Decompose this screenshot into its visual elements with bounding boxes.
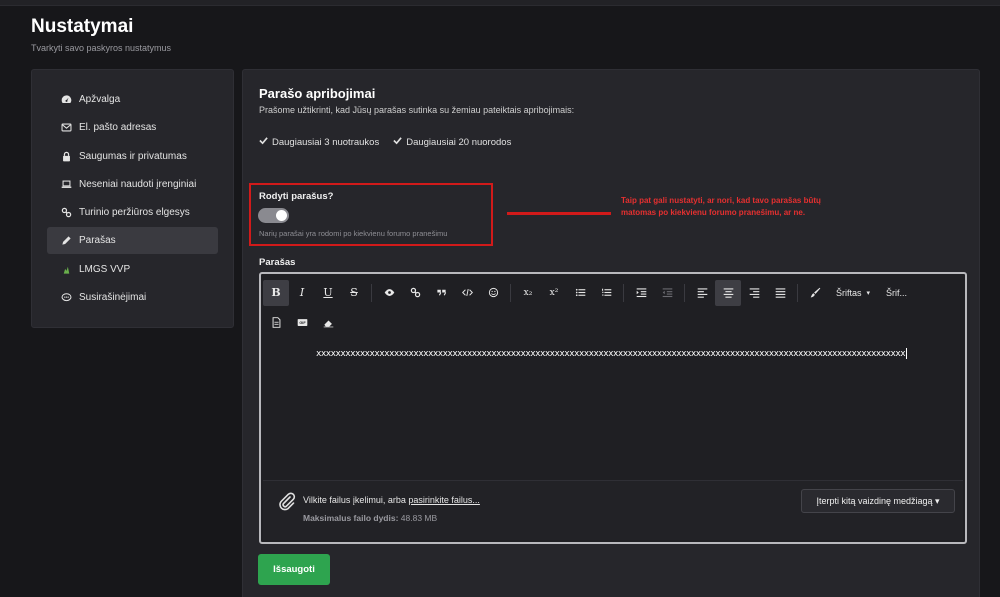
bold-button[interactable]: B [263, 279, 289, 306]
attach-instructions: Vilkite failus įkelimui, arba pasirinkit… [303, 495, 480, 505]
sidebar-item-label: Apžvalga [79, 94, 121, 105]
laptop-icon [59, 177, 73, 191]
limit-item: Daugiausiai 20 nuorodos [393, 136, 511, 148]
top-bar [0, 0, 1000, 6]
text-cursor [906, 348, 908, 359]
pencil-icon [59, 234, 73, 248]
quote-icon[interactable] [428, 280, 454, 306]
toolbar-divider [797, 283, 798, 302]
dashboard-icon [59, 93, 73, 107]
font-family-select[interactable]: Šriftas ▾ [828, 280, 878, 306]
limit-label: Daugiausiai 3 nuotraukos [272, 136, 380, 148]
limit-item: Daugiausiai 3 nuotraukos [259, 136, 379, 148]
tree-icon [59, 262, 73, 276]
eye-icon[interactable] [376, 280, 402, 306]
section-title: Parašo apribojimai [259, 86, 376, 101]
sidebar-item-devices[interactable]: Neseniai naudoti įrenginiai [47, 171, 218, 198]
subscript-button[interactable]: x₂ [515, 280, 541, 306]
align-justify-icon[interactable] [767, 280, 793, 306]
smiley-icon[interactable] [480, 280, 506, 306]
attachment-area: Vilkite failus įkelimui, arba pasirinkit… [263, 480, 963, 540]
editor-content[interactable]: xxxxxxxxxxxxxxxxxxxxxxxxxxxxxxxxxxxxxxxx… [316, 348, 908, 359]
show-signatures-toggle[interactable] [258, 208, 289, 223]
toggle-hint: Narių parašai yra rodomi po kiekvienu fo… [259, 229, 448, 238]
sidebar-item-label: Turinio peržiūros elgesys [79, 207, 190, 219]
sidebar-item-security[interactable]: Saugumas ir privatumas [47, 143, 218, 170]
editor-label: Parašas [259, 257, 296, 268]
toggle-knob [276, 210, 287, 221]
sidebar-item-signature[interactable]: Parašas [47, 227, 218, 255]
sidebar-item-email[interactable]: El. pašto adresas [47, 114, 218, 141]
svg-text:GIF: GIF [299, 321, 306, 325]
sidebar-item-label: LMGS VVP [79, 263, 131, 275]
toggle-label: Rodyti parašus? [259, 191, 334, 202]
chevron-down-icon: ▾ [866, 289, 871, 297]
sidebar-item-conversations[interactable]: Susirašinėjimai [47, 284, 218, 311]
font-size-select[interactable]: Šrif... [878, 280, 915, 306]
underline-button[interactable]: U [315, 280, 341, 306]
sidebar-item-lmgs[interactable]: LMGS VVP [47, 256, 218, 283]
align-center-icon[interactable] [715, 279, 741, 306]
chat-icon [59, 291, 73, 305]
numbered-list-icon[interactable] [593, 280, 619, 306]
toolbar-divider [371, 283, 372, 302]
toolbar-divider [684, 283, 685, 302]
editor-toolbar: B I U S x₂ x² Šriftas ▾ Šrif... GIF [263, 276, 963, 336]
section-description: Prašome užtikrinti, kad Jūsų parašas sut… [259, 105, 575, 115]
align-right-icon[interactable] [741, 280, 767, 306]
sidebar-item-label: Susirašinėjimai [79, 292, 147, 304]
check-icon [259, 136, 268, 148]
insert-media-button[interactable]: Įterpti kitą vaizdinę medžiagą ▾ [801, 489, 955, 513]
lock-icon [59, 149, 73, 163]
toolbar-divider [510, 283, 511, 302]
check-icon [393, 136, 402, 148]
sidebar-item-content-preview[interactable]: Turinio peržiūros elgesys [47, 199, 218, 226]
annotation-text: Taip pat gali nustatyti, ar nori, kad ta… [621, 196, 821, 217]
italic-button[interactable]: I [289, 280, 315, 306]
eraser-icon[interactable] [315, 310, 341, 336]
indent-icon[interactable] [628, 280, 654, 306]
sidebar-item-label: Neseniai naudoti įrenginiai [79, 178, 197, 190]
outdent-icon[interactable] [654, 280, 680, 306]
max-file-size: Maksimalus failo dydis: 48.83 MB [303, 513, 438, 523]
bullet-list-icon[interactable] [567, 280, 593, 306]
choose-files-link[interactable]: pasirinkite failus... [408, 495, 480, 505]
gif-icon[interactable]: GIF [289, 310, 315, 336]
superscript-button[interactable]: x² [541, 280, 567, 306]
annotation-line [507, 212, 611, 215]
main-panel: Parašo apribojimai Prašome užtikrinti, k… [242, 69, 980, 597]
page-title: Nustatymai [31, 16, 134, 37]
link-icon [59, 206, 73, 220]
envelope-icon [59, 121, 73, 135]
page-subtitle: Tvarkyti savo paskyros nustatymus [31, 43, 172, 53]
sidebar: Apžvalga El. pašto adresas Saugumas ir p… [31, 69, 234, 328]
limit-label: Daugiausiai 20 nuorodos [406, 136, 512, 148]
signature-editor: B I U S x₂ x² Šriftas ▾ Šrif... GIF xxxx… [259, 272, 967, 544]
save-button[interactable]: Išsaugoti [258, 554, 330, 585]
toolbar-divider [623, 283, 624, 302]
sidebar-item-label: El. pašto adresas [79, 122, 157, 134]
limits-list: Daugiausiai 3 nuotraukos Daugiausiai 20 … [259, 136, 511, 148]
link-icon[interactable] [402, 280, 428, 306]
sidebar-item-label: Parašas [79, 235, 116, 247]
code-icon[interactable] [454, 280, 480, 306]
sidebar-item-label: Saugumas ir privatumas [79, 150, 187, 162]
sidebar-item-overview[interactable]: Apžvalga [47, 86, 218, 113]
align-left-icon[interactable] [689, 280, 715, 306]
strikethrough-button[interactable]: S [341, 280, 367, 306]
document-icon[interactable] [263, 310, 289, 336]
paperclip-icon [277, 491, 297, 511]
paintbrush-icon[interactable] [802, 280, 828, 306]
